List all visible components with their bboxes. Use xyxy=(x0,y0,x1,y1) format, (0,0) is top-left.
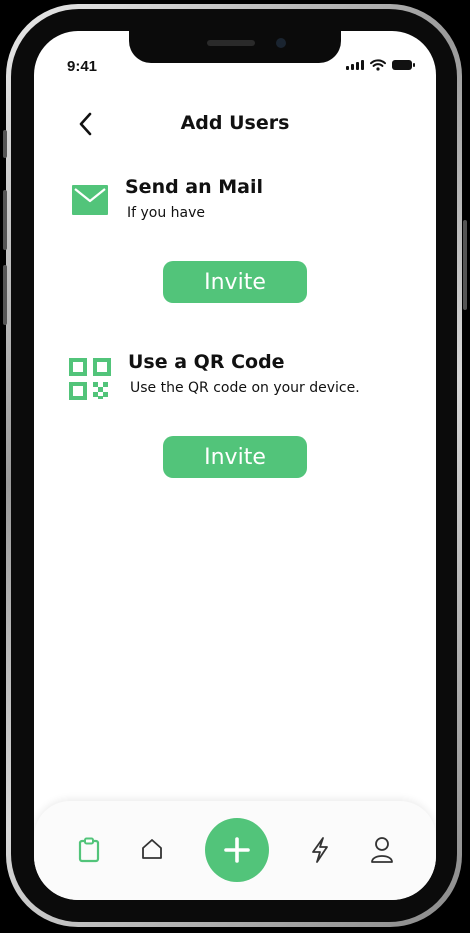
qr-code-icon xyxy=(69,358,111,400)
speaker-grille xyxy=(207,40,255,46)
invite-qr-button[interactable]: Invite xyxy=(163,436,307,478)
signal-icon xyxy=(346,60,364,70)
notch xyxy=(129,31,341,63)
page-title: Add Users xyxy=(180,112,290,134)
status-time: 9:41 xyxy=(67,58,98,75)
clipboard-icon[interactable] xyxy=(78,837,100,863)
mail-option-title: Send an Mail xyxy=(125,176,264,198)
mail-icon xyxy=(72,185,108,215)
home-icon[interactable] xyxy=(140,837,164,861)
phone-screen: 9:41 Add Users Send an Mail If you have … xyxy=(34,31,436,900)
add-button[interactable] xyxy=(205,818,269,882)
battery-icon xyxy=(392,60,415,70)
device-frame: 9:41 Add Users Send an Mail If you have … xyxy=(0,0,470,933)
tab-bar xyxy=(34,801,436,900)
front-camera xyxy=(276,38,286,48)
mute-switch xyxy=(3,130,7,158)
status-icons xyxy=(346,59,415,71)
volume-up-button xyxy=(3,190,7,250)
invite-mail-button[interactable]: Invite xyxy=(163,261,307,303)
wifi-icon xyxy=(370,59,386,71)
qr-option-subtitle: Use the QR code on your device. xyxy=(130,380,360,396)
user-icon[interactable] xyxy=(370,836,394,864)
qr-option-title: Use a QR Code xyxy=(128,351,285,373)
add-icon xyxy=(224,837,250,863)
volume-down-button xyxy=(3,265,7,325)
mail-option-subtitle: If you have xyxy=(127,205,206,221)
header: Add Users xyxy=(34,109,436,139)
power-button xyxy=(463,220,467,310)
lightning-icon[interactable] xyxy=(309,836,331,864)
